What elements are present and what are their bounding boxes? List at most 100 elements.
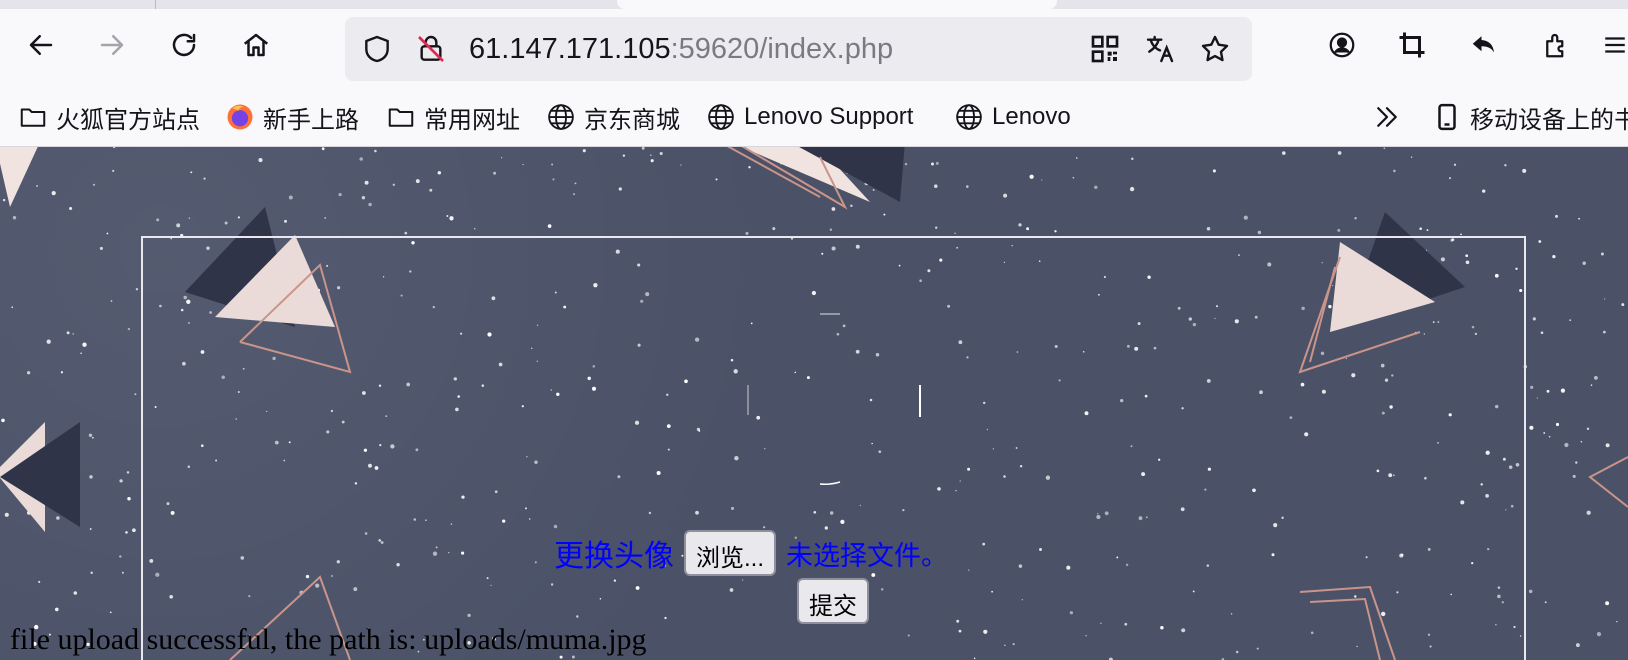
bookmark-item[interactable]: Lenovo bbox=[954, 99, 1071, 135]
star-dot bbox=[1426, 229, 1429, 232]
no-file-selected-text: 未选择文件。 bbox=[786, 540, 949, 571]
star-dot bbox=[190, 171, 193, 174]
star-dot bbox=[126, 471, 130, 474]
home-icon bbox=[243, 33, 269, 57]
star-dot bbox=[1536, 397, 1538, 399]
star-dot bbox=[1054, 230, 1057, 233]
url-bar[interactable]: 61.147.171.105:59620/index.php bbox=[345, 17, 1252, 81]
star-dot bbox=[715, 178, 718, 181]
star-dot bbox=[1604, 298, 1606, 300]
star-dot bbox=[1129, 186, 1135, 192]
star-dot bbox=[1393, 169, 1396, 173]
star-dot bbox=[1453, 163, 1457, 166]
undo-button[interactable] bbox=[1464, 25, 1504, 65]
screenshot-button[interactable] bbox=[1392, 25, 1432, 65]
menu-button[interactable] bbox=[1602, 25, 1628, 65]
upload-result-message: file upload successful, the path is: upl… bbox=[10, 623, 647, 656]
star-dot bbox=[288, 195, 293, 200]
star-dot bbox=[473, 227, 476, 230]
puzzle-icon bbox=[1546, 33, 1564, 58]
bookmark-label: Lenovo bbox=[992, 103, 1071, 130]
star-dot bbox=[850, 204, 853, 207]
star-dot bbox=[1282, 151, 1286, 155]
star-dot bbox=[1554, 214, 1559, 218]
mobile-bookmarks[interactable]: 移动设备上的书 bbox=[1432, 99, 1628, 135]
star-dot bbox=[650, 154, 652, 156]
star-dot bbox=[1594, 376, 1598, 380]
star-dot bbox=[1605, 601, 1610, 606]
home-button[interactable] bbox=[236, 25, 276, 65]
firefox-icon bbox=[227, 104, 253, 130]
star-dot bbox=[404, 231, 408, 235]
star-dot bbox=[38, 580, 41, 583]
star-dot bbox=[1094, 185, 1098, 190]
back-button[interactable] bbox=[21, 25, 61, 65]
bookmark-star-icon[interactable] bbox=[1197, 31, 1233, 67]
forward-button[interactable] bbox=[92, 25, 132, 65]
url-text[interactable]: 61.147.171.105:59620/index.php bbox=[469, 31, 893, 67]
translate-icon[interactable] bbox=[1142, 31, 1178, 67]
star-dot bbox=[1560, 388, 1566, 393]
star-dot bbox=[69, 206, 73, 211]
star-dot bbox=[1543, 432, 1546, 434]
double-chevron-icon bbox=[1377, 107, 1397, 127]
star-dot bbox=[12, 216, 17, 220]
bookmark-item[interactable]: 京东商城 bbox=[546, 99, 680, 135]
star-dot bbox=[1538, 240, 1542, 243]
account-button[interactable] bbox=[1322, 25, 1362, 65]
star-dot bbox=[1026, 227, 1030, 231]
star-dot bbox=[429, 188, 433, 192]
folder-icon bbox=[388, 108, 414, 127]
star-dot bbox=[11, 306, 13, 308]
star-dot bbox=[1003, 193, 1008, 198]
bookmark-label: 新手上路 bbox=[263, 106, 359, 134]
star-dot bbox=[1596, 632, 1602, 637]
avatar-upload-form: 更换头像 浏览... 未选择文件。 bbox=[554, 530, 948, 576]
star-dot bbox=[113, 147, 116, 149]
star-dot bbox=[112, 169, 115, 173]
star-dot bbox=[522, 163, 524, 166]
star-dot bbox=[26, 371, 31, 375]
star-dot bbox=[1564, 442, 1569, 448]
reload-button[interactable] bbox=[164, 25, 204, 65]
star-dot bbox=[1410, 156, 1413, 158]
star-dot bbox=[89, 528, 92, 530]
star-dot bbox=[1131, 157, 1134, 160]
star-dot bbox=[176, 223, 181, 228]
star-dot bbox=[56, 516, 60, 520]
star-dot bbox=[127, 497, 131, 501]
star-dot bbox=[659, 151, 663, 156]
star-dot bbox=[551, 163, 554, 166]
submit-button[interactable]: 提交 bbox=[797, 578, 869, 624]
active-tab[interactable] bbox=[617, 0, 1057, 9]
star-dot bbox=[125, 531, 128, 534]
shield-icon[interactable] bbox=[359, 31, 395, 67]
bookmark-item[interactable]: 火狐官方站点 bbox=[18, 99, 200, 135]
star-dot bbox=[90, 571, 93, 574]
folder-icon bbox=[20, 108, 46, 127]
star-dot bbox=[1383, 147, 1386, 150]
bookmark-item[interactable]: 新手上路 bbox=[225, 99, 359, 135]
star-dot bbox=[374, 149, 377, 153]
star-dot bbox=[446, 215, 449, 217]
url-path: :59620/index.php bbox=[670, 33, 894, 65]
crop-icon bbox=[1399, 32, 1425, 58]
star-dot bbox=[680, 164, 682, 166]
star-dot bbox=[119, 555, 122, 558]
star-dot bbox=[641, 147, 645, 150]
star-dot bbox=[188, 217, 191, 219]
extensions-button[interactable] bbox=[1536, 25, 1576, 65]
star-dot bbox=[573, 193, 575, 195]
star-dot bbox=[966, 185, 969, 188]
star-dot bbox=[4, 512, 9, 517]
bookmark-item[interactable]: Lenovo Support bbox=[706, 99, 913, 135]
qr-code-icon[interactable] bbox=[1087, 31, 1123, 67]
star-dot bbox=[1586, 510, 1591, 515]
browse-file-button[interactable]: 浏览... bbox=[684, 530, 777, 576]
bookmark-item[interactable]: 常用网址 bbox=[386, 99, 520, 135]
star-dot bbox=[258, 158, 263, 163]
insecure-lock-icon[interactable] bbox=[413, 31, 449, 67]
star-dot bbox=[904, 162, 908, 166]
star-dot bbox=[368, 202, 372, 207]
bookmarks-overflow-button[interactable] bbox=[1372, 99, 1402, 135]
